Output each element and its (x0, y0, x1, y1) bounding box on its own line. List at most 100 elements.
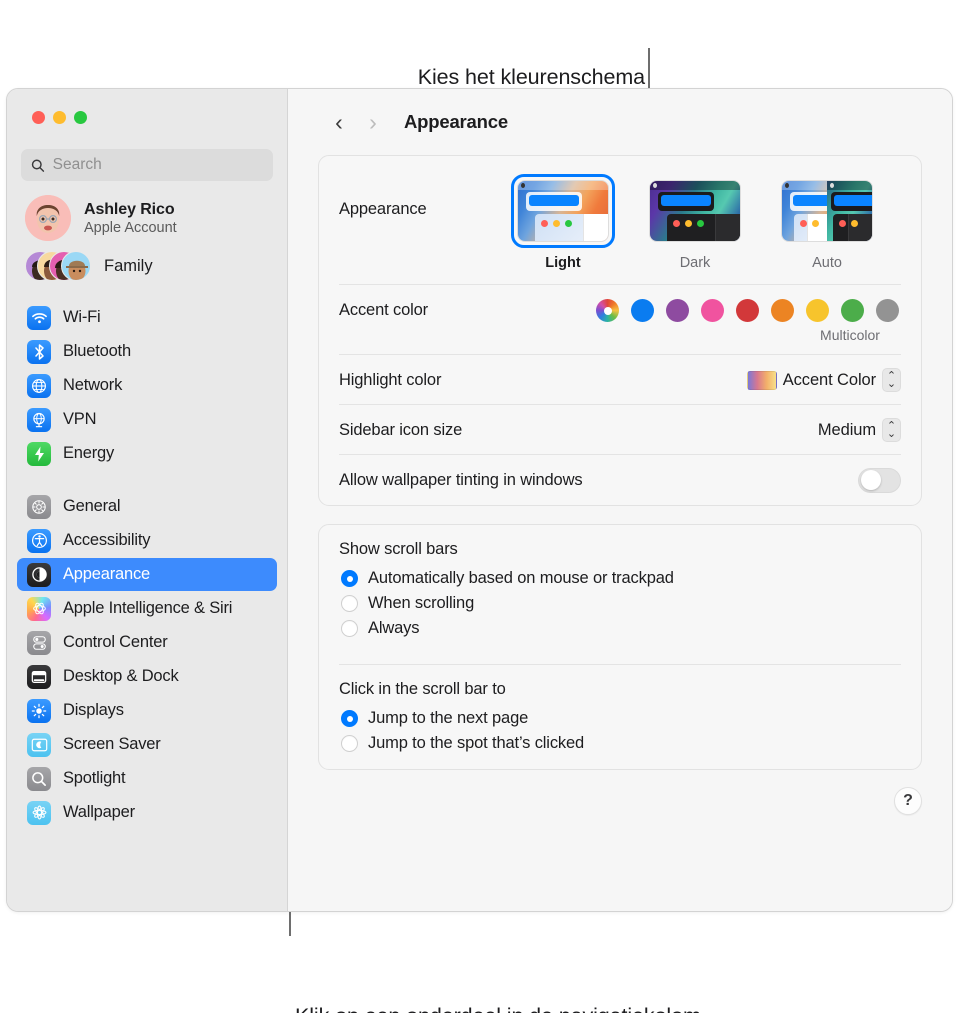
sidebar-item-label: Network (63, 376, 123, 394)
appearance-settings-card: Appearance Light Dark Auto Accent color … (318, 155, 922, 506)
appearance-option-label: Dark (679, 255, 711, 271)
appearance-thumbnail-light (517, 180, 609, 242)
appearance-option-auto[interactable]: Auto (775, 174, 879, 271)
accent-swatch-green[interactable] (841, 299, 864, 322)
radio-option-spot-clicked[interactable]: Jump to the spot that’s clicked (339, 731, 901, 756)
wifi-icon (27, 305, 51, 330)
appearance-option-light[interactable]: Light (511, 174, 615, 271)
minimize-button[interactable] (53, 111, 66, 124)
sidebar-item-wi-fi[interactable]: Wi-Fi (17, 301, 277, 334)
radio-button[interactable] (341, 710, 358, 727)
accent-swatch-pink[interactable] (701, 299, 724, 322)
radio-button[interactable] (341, 595, 358, 612)
radio-button[interactable] (341, 735, 358, 752)
search-field[interactable] (21, 149, 273, 181)
sidebar: Ashley Rico Apple Account (7, 89, 288, 911)
sidebar-item-screen-saver[interactable]: Screen Saver (17, 728, 277, 761)
radio-option-next-page[interactable]: Jump to the next page (339, 706, 901, 731)
sidebar-group-system: General Accessibility Appearance Apple I… (17, 490, 277, 829)
sidebar-item-label: Spotlight (63, 769, 126, 787)
radio-button[interactable] (341, 570, 358, 587)
accent-swatch-graphite[interactable] (876, 299, 899, 322)
apple-account-row[interactable]: Ashley Rico Apple Account (17, 181, 277, 243)
wallpaper-tinting-row: Allow wallpaper tinting in windows (319, 455, 921, 505)
sidebar-group-connectivity: Wi-Fi Bluetooth Network VPN Energy (17, 301, 277, 470)
appearance-option-dark[interactable]: Dark (643, 174, 747, 271)
sidebar-item-control-center[interactable]: Control Center (17, 626, 277, 659)
sidebar-item-label: Accessibility (63, 531, 151, 549)
sidebar-item-apple-intelligence-siri[interactable]: Apple Intelligence & Siri (17, 592, 277, 625)
family-label: Family (104, 256, 153, 275)
sidebar-item-label: Apple Intelligence & Siri (63, 599, 233, 617)
accent-color-row: Accent color Multicolor (319, 285, 921, 355)
family-row[interactable]: Family (17, 243, 277, 285)
sidebar-item-appearance[interactable]: Appearance (17, 558, 277, 591)
back-button[interactable]: ‹ (324, 107, 354, 137)
radio-label: Jump to the spot that’s clicked (368, 734, 585, 752)
sidebar-icon-size-value: Medium (817, 420, 876, 439)
accent-swatch-red[interactable] (736, 299, 759, 322)
accent-swatch-blue[interactable] (631, 299, 654, 322)
gear-icon (27, 494, 51, 519)
sidebar-item-label: Wallpaper (63, 803, 135, 821)
appearance-label: Appearance (339, 200, 427, 218)
sidebar-item-spotlight[interactable]: Spotlight (17, 762, 277, 795)
sidebar-item-desktop-dock[interactable]: Desktop & Dock (17, 660, 277, 693)
family-avatar-4 (61, 251, 91, 281)
main-content: ‹ › Appearance Appearance Light Dark Aut… (288, 89, 952, 911)
accent-swatch-yellow[interactable] (806, 299, 829, 322)
page-title: Appearance (404, 111, 508, 132)
wallpaper-tinting-toggle[interactable] (858, 467, 901, 493)
toolbar: ‹ › Appearance (318, 89, 922, 155)
sidebar-item-label: General (63, 497, 121, 515)
show-scroll-bars-block: Show scroll bars Automatically based on … (319, 525, 921, 654)
radio-button[interactable] (341, 620, 358, 637)
sidebar-item-general[interactable]: General (17, 490, 277, 523)
highlight-color-popup[interactable]: Accent Color ⌃ ⌄ (746, 368, 901, 392)
toggle-knob (861, 470, 881, 490)
sidebar-item-label: Desktop & Dock (63, 667, 179, 685)
avatar (25, 195, 71, 241)
displays-icon (27, 698, 51, 723)
radio-option-always[interactable]: Always (339, 616, 901, 641)
sidebar-item-label: Energy (63, 444, 115, 462)
spotlight-icon (27, 766, 51, 791)
radio-label: Jump to the next page (368, 709, 529, 727)
radio-option-when-scrolling[interactable]: When scrolling (339, 591, 901, 616)
click-scroll-bar-label: Click in the scroll bar to (339, 680, 506, 698)
zoom-button[interactable] (74, 111, 87, 124)
sidebar-item-bluetooth[interactable]: Bluetooth (17, 335, 277, 368)
energy-icon (27, 441, 51, 466)
radio-option-automatic[interactable]: Automatically based on mouse or trackpad (339, 566, 901, 591)
search-icon (31, 159, 45, 172)
bluetooth-icon (27, 339, 51, 364)
accent-swatch-multicolor[interactable] (596, 299, 619, 322)
network-icon (27, 373, 51, 398)
screenshot-root: Kies het kleurenschema voor je Mac. Klik… (0, 0, 958, 1013)
appearance-row: Appearance Light Dark Auto (319, 156, 921, 285)
sidebar-item-accessibility[interactable]: Accessibility (17, 524, 277, 557)
apple-intelligence-icon (27, 596, 51, 621)
sidebar-item-network[interactable]: Network (17, 369, 277, 402)
appearance-icon (27, 562, 51, 587)
chevron-updown-icon: ⌃ ⌄ (882, 368, 901, 392)
forward-button[interactable]: › (358, 107, 388, 137)
close-button[interactable] (32, 111, 45, 124)
accent-swatch-purple[interactable] (666, 299, 689, 322)
sidebar-item-label: Control Center (63, 633, 168, 651)
window-traffic-lights (17, 89, 277, 124)
search-input[interactable] (52, 156, 263, 174)
sidebar-item-wallpaper[interactable]: Wallpaper (17, 796, 277, 829)
family-avatars (25, 251, 91, 281)
scroll-bars-card: Show scroll bars Automatically based on … (318, 524, 922, 770)
callout-bottom-line1: Klik op een onderdeel in de navigatiekol… (295, 1001, 915, 1013)
sidebar-item-label: Wi-Fi (63, 308, 101, 326)
sidebar-item-vpn[interactable]: VPN (17, 403, 277, 436)
chevron-updown-icon: ⌃ ⌄ (882, 418, 901, 442)
sidebar-icon-size-popup[interactable]: Medium ⌃ ⌄ (818, 418, 901, 442)
appearance-thumbnail-auto (781, 180, 873, 242)
accent-swatch-orange[interactable] (771, 299, 794, 322)
sidebar-item-energy[interactable]: Energy (17, 437, 277, 470)
help-button[interactable]: ? (894, 787, 922, 815)
sidebar-item-displays[interactable]: Displays (17, 694, 277, 727)
